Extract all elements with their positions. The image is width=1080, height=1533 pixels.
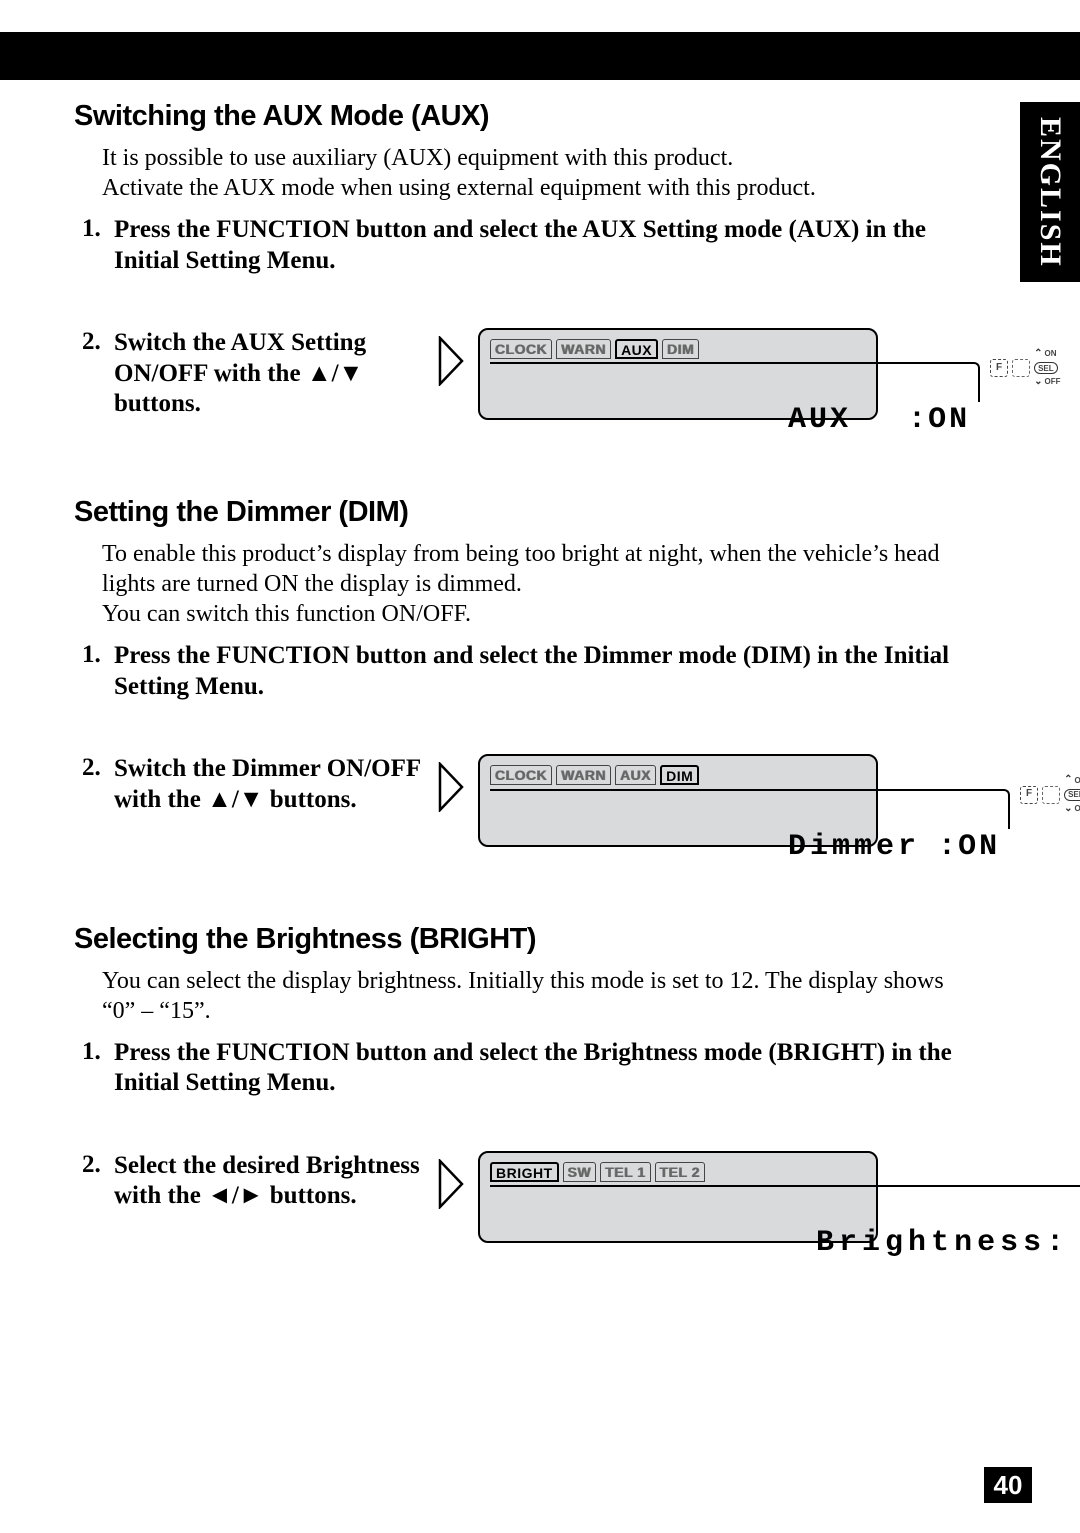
aux-step-1: 1. Press the FUNCTION button and select …: [74, 215, 954, 276]
sel-indicator-icon: SEL: [1064, 789, 1080, 801]
bright-step-1: 1. Press the FUNCTION button and select …: [74, 1038, 954, 1099]
step-number: 2.: [74, 1151, 114, 1243]
lcd-tabs: CLOCK WARN AUX DIM: [490, 764, 866, 786]
lcd-tab-clock: CLOCK: [490, 765, 552, 785]
triangle-right-icon: ►: [239, 1182, 264, 1209]
dashed-box-icon: [1012, 359, 1030, 377]
lcd-main-text: AUX:ON: [490, 362, 980, 402]
step-number: 1.: [74, 641, 114, 702]
lcd-tab-aux: AUX: [615, 339, 658, 359]
triangle-up-icon: ▲: [307, 360, 332, 387]
header-black-bar: [0, 32, 1080, 80]
f-indicator-icon: F: [1020, 786, 1038, 804]
lcd-main-text: Dimmer:ON: [490, 789, 1010, 829]
step-number: 2.: [74, 754, 114, 846]
down-indicator-icon: ⌄: [1064, 803, 1072, 815]
lcd-tab-tel1: TEL 1: [600, 1162, 650, 1182]
f-indicator-icon: F: [990, 359, 1008, 377]
lcd-tab-sw: SW: [563, 1162, 597, 1182]
language-tab: ENGLISH: [1020, 102, 1080, 282]
pointer-right-icon: [438, 1159, 464, 1218]
lcd-tab-tel2: TEL 2: [655, 1162, 705, 1182]
step-text: Switch the Dimmer ON/OFF with the ▲/▼ bu…: [114, 754, 424, 815]
triangle-up-icon: ▲: [207, 786, 232, 813]
lcd-display-aux: CLOCK WARN AUX DIM AUX:ON F: [478, 328, 878, 420]
lcd-tabs: CLOCK WARN AUX DIM: [490, 338, 866, 360]
step-text: Select the desired Brightness with the ◄…: [114, 1151, 424, 1212]
section-intro-dim: To enable this product’s display from be…: [102, 539, 954, 629]
pointer-right-icon: [438, 762, 464, 821]
lcd-tab-dim: DIM: [660, 765, 699, 785]
page-content: Switching the AUX Mode (AUX) It is possi…: [74, 100, 954, 1249]
step-number: 1.: [74, 1038, 114, 1099]
section-heading-dim: Setting the Dimmer (DIM): [74, 496, 954, 529]
step-text: Switch the AUX Setting ON/OFF with the ▲…: [114, 328, 424, 420]
lcd-main-text: Brightness: 8: [490, 1185, 1080, 1225]
step-number: 1.: [74, 215, 114, 276]
lcd-tab-clock: CLOCK: [490, 339, 552, 359]
section-heading-bright: Selecting the Brightness (BRIGHT): [74, 923, 954, 956]
lcd-tab-aux: AUX: [615, 765, 656, 785]
down-indicator-icon: ⌄: [1034, 376, 1042, 388]
dim-step-1: 1. Press the FUNCTION button and select …: [74, 641, 954, 702]
triangle-down-icon: ▼: [339, 360, 364, 387]
section-intro-aux: It is possible to use auxiliary (AUX) eq…: [102, 143, 954, 203]
pointer-right-icon: [438, 336, 464, 395]
page-number: 40: [984, 1467, 1032, 1503]
lcd-tab-dim: DIM: [662, 339, 699, 359]
up-indicator-icon: ⌃: [1064, 774, 1072, 786]
lcd-indicators: F ⌃ON SEL ⌄OFF: [990, 362, 1060, 402]
lcd-tab-warn: WARN: [556, 765, 611, 785]
aux-step-2: 2. Switch the AUX Setting ON/OFF with th…: [74, 328, 954, 420]
step-text: Press the FUNCTION button and select the…: [114, 1038, 954, 1099]
triangle-down-icon: ▼: [239, 786, 264, 813]
dashed-box-icon: [1042, 786, 1060, 804]
lcd-tab-bright: BRIGHT: [490, 1162, 559, 1182]
lcd-tabs: BRIGHT SW TEL 1 TEL 2: [490, 1161, 866, 1183]
section-heading-aux: Switching the AUX Mode (AUX): [74, 100, 954, 133]
sel-indicator-icon: SEL: [1034, 362, 1058, 374]
step-text: Press the FUNCTION button and select the…: [114, 641, 954, 702]
lcd-display-dim: CLOCK WARN AUX DIM Dimmer:ON F: [478, 754, 878, 846]
lcd-tab-warn: WARN: [556, 339, 611, 359]
up-indicator-icon: ⌃: [1034, 348, 1042, 360]
step-number: 2.: [74, 328, 114, 420]
lcd-indicators: F ⌃ON SEL ⌄OFF: [1020, 788, 1080, 828]
bright-step-2: 2. Select the desired Brightness with th…: [74, 1151, 954, 1243]
dim-step-2: 2. Switch the Dimmer ON/OFF with the ▲/▼…: [74, 754, 954, 846]
lcd-display-bright: BRIGHT SW TEL 1 TEL 2 Brightness: 8 F: [478, 1151, 878, 1243]
triangle-left-icon: ◄: [207, 1182, 232, 1209]
step-text: Press the FUNCTION button and select the…: [114, 215, 954, 276]
section-intro-bright: You can select the display brightness. I…: [102, 966, 954, 1026]
